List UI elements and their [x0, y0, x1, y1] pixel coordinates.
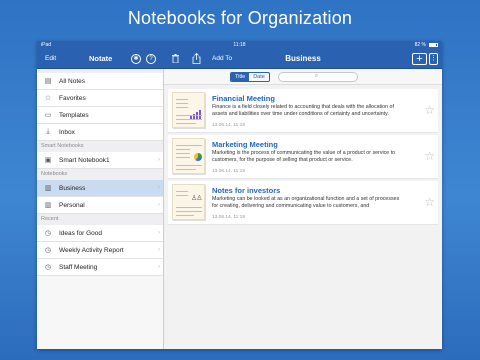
status-bar: iPad 11:18 82 %: [37, 41, 442, 49]
note-card[interactable]: Marketing Meeting Marketing is the proce…: [168, 135, 438, 179]
section-notebooks: Notebooks: [37, 169, 163, 180]
smart-notebook-icon: ▣: [44, 157, 52, 164]
inbox-icon: ⤓: [46, 128, 50, 135]
section-smart-notebooks: Smart Notebooks: [37, 141, 163, 152]
add-note-button[interactable]: +: [412, 53, 427, 65]
note-card[interactable]: Financial Meeting Finance is a field clo…: [168, 89, 438, 133]
note-thumbnail: ♙♙: [172, 184, 205, 220]
chevron-right-icon: ›: [158, 264, 160, 270]
favorite-star-icon[interactable]: ☆: [424, 149, 435, 163]
sort-by-date-button[interactable]: Date: [249, 73, 269, 81]
sidebar-item-smart-notebook1[interactable]: ▣ Smart Notebook1 ›: [37, 152, 163, 169]
bar-chart-icon: [190, 101, 202, 119]
note-thumbnail: [172, 138, 205, 174]
notes-icon: ▤: [44, 78, 52, 85]
note-title: Notes for investors: [212, 186, 281, 195]
clock-icon: ◷: [44, 247, 52, 254]
sidebar-item-weekly-activity-report[interactable]: ◷ Weekly Activity Report ›: [37, 242, 163, 259]
sort-segmented-control: Title Date: [230, 71, 270, 82]
favorite-star-icon[interactable]: ☆: [424, 103, 435, 117]
clock-icon: ◷: [44, 230, 52, 237]
note-date: 13.06.14, 11:18: [212, 169, 245, 174]
toolbar: Edit Notate ✱ ? Add To Business + ⋮: [37, 49, 442, 69]
sort-bar: Title Date ⌕: [164, 69, 442, 85]
sidebar-item-ideas-for-good[interactable]: ◷ Ideas for Good ›: [37, 225, 163, 242]
notebook-icon: ▥: [44, 185, 52, 192]
sidebar-item-business[interactable]: ▥ Business ›: [37, 180, 163, 197]
notebook-icon: ▥: [44, 202, 52, 209]
note-title: Financial Meeting: [212, 94, 275, 103]
help-icon[interactable]: ?: [146, 54, 156, 64]
note-title: Marketing Meeting: [212, 140, 278, 149]
notebook-title: Business: [285, 54, 321, 63]
star-icon: ☆: [44, 95, 52, 102]
note-thumbnail: [172, 92, 205, 128]
sort-by-title-button[interactable]: Title: [231, 72, 250, 81]
note-preview: Marketing can be looked at as an organiz…: [212, 196, 400, 209]
sidebar-item-favorites[interactable]: ☆ Favorites: [37, 90, 163, 107]
sidebar-item-staff-meeting[interactable]: ◷ Staff Meeting ›: [37, 259, 163, 276]
sidebar-item-all-notes[interactable]: ▤ All Notes: [37, 73, 163, 90]
note-preview: Finance is a field closely related to ac…: [212, 104, 394, 117]
chevron-right-icon: ›: [158, 230, 160, 236]
pie-chart-icon: [194, 153, 202, 161]
ipad-screen: iPad 11:18 82 % Edit Notate ✱ ? Add To B…: [37, 41, 442, 349]
sidebar: ▤ All Notes ☆ Favorites ▭ Templates ⤓ In…: [37, 69, 164, 349]
edit-button[interactable]: Edit: [45, 55, 56, 62]
note-list-pane: Title Date ⌕ Financial Meeting Finance i…: [164, 69, 442, 349]
note-card[interactable]: ♙♙ Notes for investors Marketing can be …: [168, 181, 438, 225]
more-button[interactable]: ⋮: [429, 53, 438, 65]
gear-icon[interactable]: ✱: [131, 54, 141, 64]
chevron-right-icon: ›: [158, 157, 160, 163]
section-recent: Recent: [37, 214, 163, 225]
people-icon: ♙♙: [191, 195, 203, 202]
note-preview: Marketing is the process of communicatin…: [212, 150, 396, 163]
chevron-right-icon: ›: [158, 185, 160, 191]
note-date: 13.06.14, 11:18: [212, 215, 245, 220]
chevron-right-icon: ›: [158, 247, 160, 253]
note-date: 13.06.14, 11:18: [212, 123, 245, 128]
search-input[interactable]: ⌕: [277, 71, 358, 82]
note-list: Financial Meeting Finance is a field clo…: [164, 85, 442, 225]
sidebar-item-inbox[interactable]: ⤓ Inbox: [37, 124, 163, 141]
templates-icon: ▭: [44, 112, 52, 119]
chevron-right-icon: ›: [158, 202, 160, 208]
headline: Notebooks for Organization: [127, 8, 353, 28]
app-title: Notate: [89, 54, 113, 63]
clock-icon: ◷: [44, 264, 52, 271]
search-icon: ⌕: [314, 72, 319, 79]
sidebar-item-personal[interactable]: ▥ Personal ›: [37, 197, 163, 214]
clock: 11:18: [233, 42, 246, 48]
sidebar-item-templates[interactable]: ▭ Templates: [37, 107, 163, 124]
favorite-star-icon[interactable]: ☆: [424, 195, 435, 209]
